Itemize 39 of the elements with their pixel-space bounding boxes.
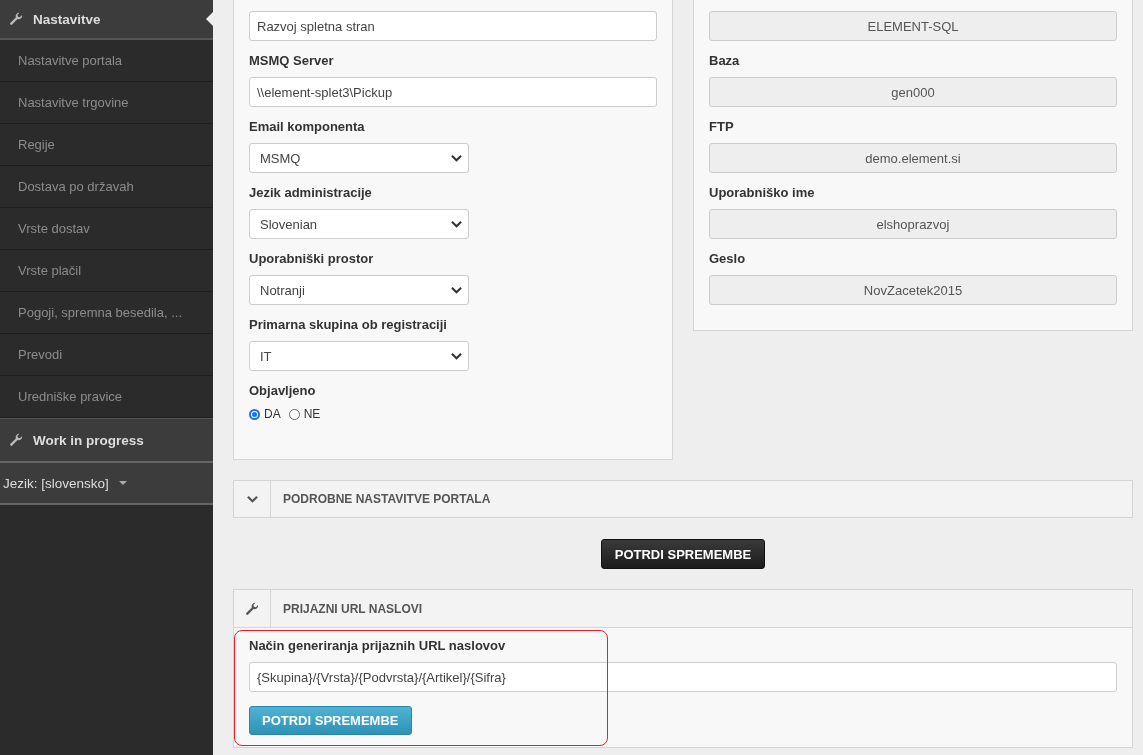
field-label: Uporabniško ime [709, 185, 816, 201]
radio-option[interactable]: NE [288, 407, 321, 421]
wrench-icon [9, 12, 23, 26]
select-field[interactable]: Slovenian [249, 209, 469, 239]
select-field[interactable]: Notranji [249, 275, 469, 305]
field-label: Objavljeno [249, 383, 317, 399]
chevron-down-icon [451, 286, 462, 294]
confirm-button[interactable]: POTRDI SPREMEMBE [600, 539, 766, 569]
section-title: PRIJAZNI URL NASLOVI [282, 600, 423, 618]
sidebar-header[interactable]: Nastavitve [0, 0, 213, 40]
language-dropdown[interactable]: Jezik: [slovensko] [0, 463, 213, 505]
readonly-field[interactable]: elshoprazvoj [709, 209, 1117, 239]
field-label: Email komponenta [249, 119, 366, 135]
field-label: MSMQ Server [249, 53, 335, 69]
caret-icon [118, 481, 127, 485]
field-label: FTP [709, 119, 735, 135]
field-label: Primarna skupina ob registraciji [249, 317, 448, 333]
field-label: Uporabniški prostor [249, 251, 375, 267]
chevron-down-icon [451, 154, 462, 162]
radio-option[interactable]: DA [249, 407, 281, 421]
select-field[interactable]: MSMQ [249, 143, 469, 173]
sidebar-section[interactable]: Work in progress [0, 418, 213, 463]
input-field[interactable]: \\element-splet3\Pickup [249, 77, 657, 107]
chevron-down-icon [451, 352, 462, 360]
input-field[interactable]: Razvoj spletna stran [249, 11, 657, 41]
select-field[interactable]: IT [249, 341, 469, 371]
field-label: Jezik administracije [249, 185, 373, 201]
readonly-field[interactable]: NovZacetek2015 [709, 275, 1117, 305]
field-label: Geslo [709, 251, 747, 267]
field-label: Način generiranja prijaznih URL naslovov [249, 638, 507, 654]
field-label: Baza [709, 53, 741, 69]
details-section-header[interactable]: PODROBNE NASTAVITVE PORTALA [233, 480, 1133, 518]
wrench-icon [9, 433, 23, 447]
chevron-down-icon [451, 220, 462, 228]
readonly-field[interactable]: demo.element.si [709, 143, 1117, 173]
readonly-field[interactable]: ELEMENT-SQL [709, 11, 1117, 41]
wrench-icon [245, 601, 259, 616]
readonly-field[interactable]: gen000 [709, 77, 1117, 107]
input-field[interactable]: {Skupina}/{Vrsta}/{Podvrsta}/{Artikel}/{Sifra} [249, 662, 1117, 692]
